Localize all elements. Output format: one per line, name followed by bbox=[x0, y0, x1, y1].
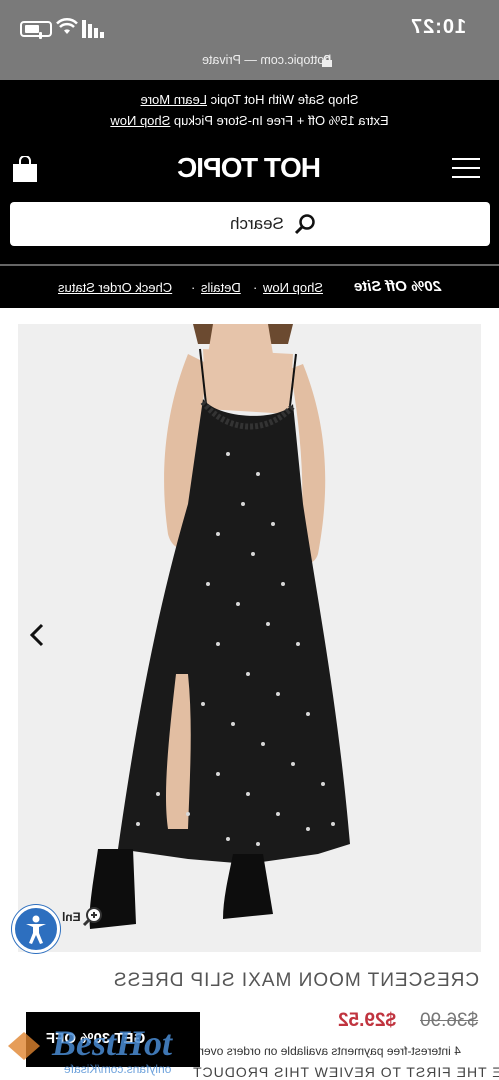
watermark: BestHot onlyfans.com/Kisafe bbox=[4, 1018, 234, 1080]
accessibility-button[interactable] bbox=[12, 905, 60, 953]
status-bar: 10:27 hottopic.com — Private bbox=[0, 0, 499, 80]
zoom-icon[interactable] bbox=[82, 905, 104, 927]
product-title: CRESCENT MOON MAXI SLIP DRESS bbox=[112, 970, 479, 991]
search-icon bbox=[294, 214, 315, 235]
search-input[interactable]: Search bbox=[10, 202, 490, 246]
shop-now-link[interactable]: Shop Now bbox=[110, 113, 170, 128]
sale-price: $29.52 bbox=[338, 1010, 397, 1031]
search-placeholder: Search bbox=[230, 214, 284, 233]
check-order-status-link[interactable]: Check Order Status bbox=[58, 280, 172, 295]
original-price: $36.90 bbox=[420, 1010, 479, 1031]
separator-dot: · bbox=[253, 280, 258, 295]
installments-text: 4 interest-free payments available on or… bbox=[200, 1044, 461, 1058]
promo-pickup-text: Extra 15% Off + Free In-Store Pickup bbox=[170, 113, 389, 128]
accessibility-icon bbox=[26, 915, 46, 944]
watermark-logo-icon bbox=[8, 1032, 40, 1060]
promo-bar: Shop Safe With Hot Topic Learn More Extr… bbox=[0, 80, 499, 142]
site-header: HOT TOPIC Search bbox=[0, 142, 499, 264]
battery-icon bbox=[20, 21, 52, 39]
product-image[interactable] bbox=[18, 324, 481, 952]
discount-shop-now-link[interactable]: Shop Now bbox=[263, 280, 323, 295]
review-prompt[interactable]: BE THE FIRST TO REVIEW THIS PRODUCT bbox=[192, 1064, 499, 1080]
url-bar[interactable]: hottopic.com — Private bbox=[202, 53, 331, 67]
hamburger-menu-icon[interactable] bbox=[452, 158, 480, 180]
watermark-brand: BestHot bbox=[52, 1023, 173, 1063]
discount-bar: 20% Off Site Shop Now · Details · Check … bbox=[0, 266, 499, 308]
watermark-url: onlyfans.com/Kisafe bbox=[64, 1062, 172, 1076]
discount-headline: 20% Off Site bbox=[353, 278, 441, 295]
chevron-left-icon[interactable] bbox=[28, 622, 46, 648]
wifi-icon bbox=[56, 18, 78, 34]
signal-icon bbox=[82, 20, 104, 38]
discount-details-link[interactable]: Details bbox=[201, 280, 241, 295]
promo-safe-text: Shop Safe With Hot Topic bbox=[206, 92, 359, 107]
promo-line-pickup: Extra 15% Off + Free In-Store Pickup Sho… bbox=[0, 113, 499, 128]
learn-more-link[interactable]: Learn More bbox=[141, 92, 207, 107]
clock: 10:27 bbox=[410, 16, 467, 38]
separator-dot: · bbox=[191, 280, 196, 295]
enlarge-label[interactable]: Enl bbox=[62, 910, 81, 924]
promo-line-safe: Shop Safe With Hot Topic Learn More bbox=[0, 92, 499, 107]
site-logo[interactable]: HOT TOPIC bbox=[0, 152, 499, 184]
dress-photo bbox=[89, 324, 350, 929]
